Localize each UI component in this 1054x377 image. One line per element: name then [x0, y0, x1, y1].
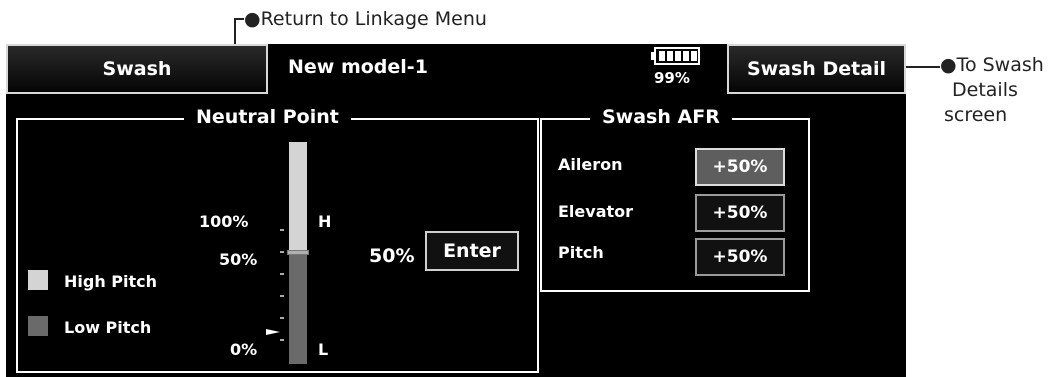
scale-tick [280, 295, 284, 297]
neutral-value: 50% [369, 245, 415, 267]
neutral-pointer-icon [266, 329, 280, 335]
low-pitch-legend-label: Low Pitch [64, 318, 152, 337]
battery-icon [651, 47, 700, 65]
afr-label-aileron: Aileron [558, 155, 623, 174]
annotation-leader-line [906, 66, 940, 68]
afr-aileron-value[interactable]: +50% [695, 148, 785, 186]
scale-label-50: 50% [219, 250, 258, 269]
afr-pitch-value[interactable]: +50% [695, 238, 785, 276]
swash-detail-button[interactable]: Swash Detail [727, 44, 906, 94]
afr-label-elevator: Elevator [558, 202, 634, 221]
high-pitch-legend-label: High Pitch [64, 272, 158, 291]
scale-label-100: 100% [199, 212, 249, 231]
model-name: New model-1 [288, 56, 428, 78]
return-linkage-annotation: ●Return to Linkage Menu [244, 8, 487, 30]
to-swash-detail-annotation: ●To Swash Details screen [940, 53, 1044, 128]
annotation-line-2: Details [952, 79, 1018, 101]
neutral-point-bar[interactable] [287, 142, 309, 364]
scale-label-0: 0% [230, 340, 258, 359]
high-label: H [318, 212, 332, 231]
low-label: L [318, 340, 329, 359]
low-pitch-legend-swatch [28, 316, 48, 336]
high-pitch-bar [289, 142, 307, 253]
battery-percent: 99% [654, 69, 690, 87]
afr-elevator-value[interactable]: +50% [695, 194, 785, 232]
enter-button[interactable]: Enter [425, 231, 519, 271]
annotation-line-3: screen [944, 104, 1008, 126]
swash-menu-button[interactable]: Swash [6, 44, 268, 94]
low-pitch-bar [289, 253, 307, 364]
scale-tick [280, 339, 284, 341]
scale-tick [280, 273, 284, 275]
neutral-point-title: Neutral Point [184, 106, 351, 128]
swash-afr-title: Swash AFR [590, 106, 732, 128]
neutral-marker[interactable] [287, 250, 309, 255]
annotation-line-1: ●To Swash [940, 54, 1044, 76]
high-pitch-legend-swatch [28, 270, 48, 290]
scale-tick [280, 229, 284, 231]
scale-tick [280, 317, 284, 319]
scale-tick [280, 251, 284, 253]
afr-label-pitch: Pitch [558, 243, 604, 262]
